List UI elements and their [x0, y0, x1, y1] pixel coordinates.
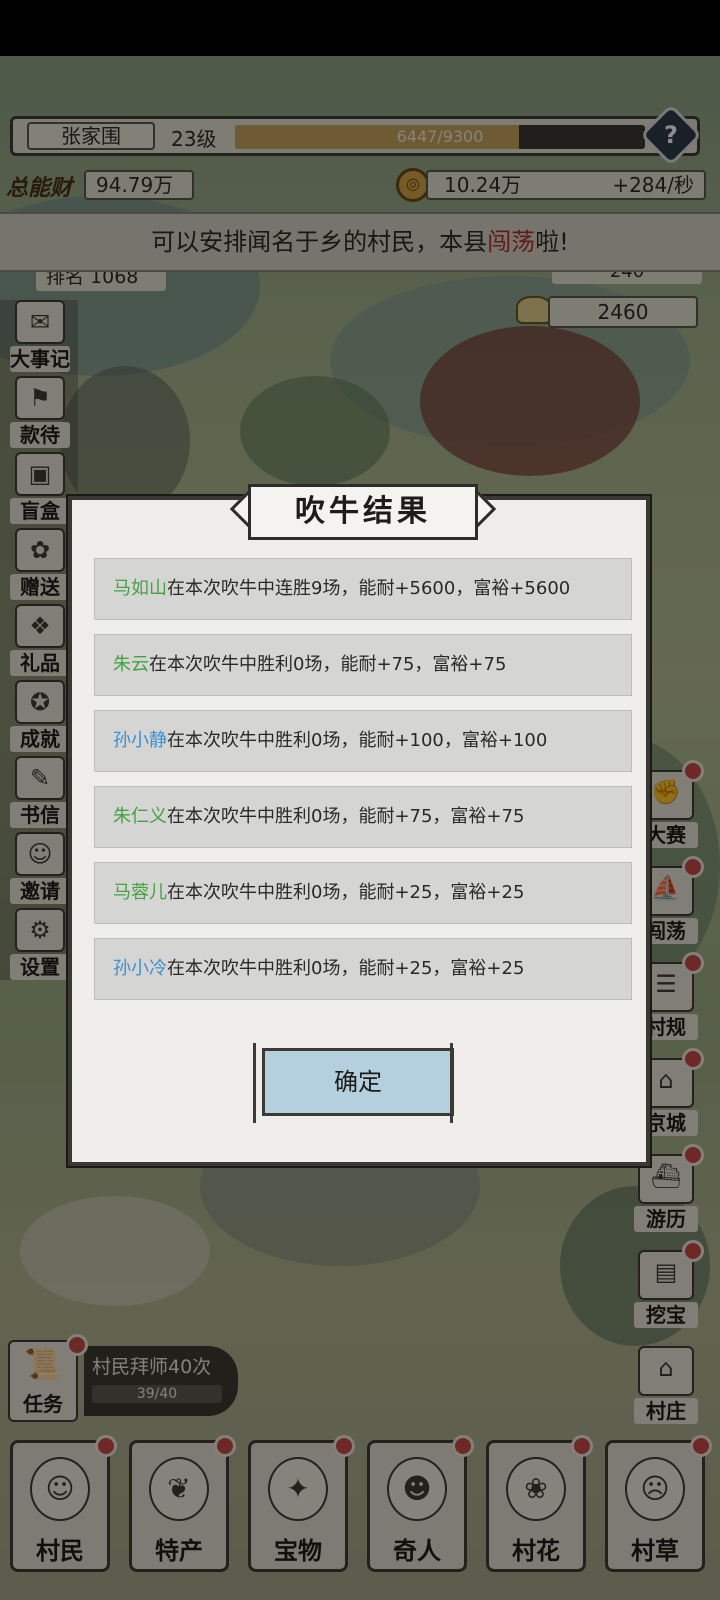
status-bar: [0, 0, 720, 56]
result-row: 马蓉儿在本次吹牛中胜利0场，能耐+25，富裕+25: [94, 862, 632, 924]
result-text: 在本次吹牛中胜利0场，能耐+25，富裕+25: [167, 882, 525, 903]
result-list[interactable]: 马如山在本次吹牛中连胜9场，能耐+5600，富裕+5600 朱云在本次吹牛中胜利0…: [94, 558, 632, 1028]
villager-name[interactable]: 朱仁义: [113, 806, 167, 827]
villager-name[interactable]: 孙小静: [113, 730, 167, 751]
result-text: 在本次吹牛中胜利0场，能耐+75，富裕+75: [167, 806, 525, 827]
result-text: 在本次吹牛中胜利0场，能耐+100，富裕+100: [167, 730, 548, 751]
result-row: 朱仁义在本次吹牛中胜利0场，能耐+75，富裕+75: [94, 786, 632, 848]
result-text: 在本次吹牛中胜利0场，能耐+25，富裕+25: [167, 958, 525, 979]
villager-name[interactable]: 马蓉儿: [113, 882, 167, 903]
result-row: 孙小冷在本次吹牛中胜利0场，能耐+25，富裕+25: [94, 938, 632, 1000]
villager-name[interactable]: 马如山: [113, 578, 167, 599]
result-row: 孙小静在本次吹牛中胜利0场，能耐+100，富裕+100: [94, 710, 632, 772]
dialog-title: 吹牛结果: [248, 484, 478, 540]
villager-name[interactable]: 孙小冷: [113, 958, 167, 979]
result-text: 在本次吹牛中连胜9场，能耐+5600，富裕+5600: [167, 578, 571, 599]
brag-result-dialog: 吹牛结果 马如山在本次吹牛中连胜9场，能耐+5600，富裕+5600 朱云在本次吹…: [68, 484, 650, 1166]
dialog-title-banner: 吹牛结果: [229, 478, 497, 546]
result-row: 马如山在本次吹牛中连胜9场，能耐+5600，富裕+5600: [94, 558, 632, 620]
villager-name[interactable]: 朱云: [113, 654, 149, 675]
result-text: 在本次吹牛中胜利0场，能耐+75，富裕+75: [149, 654, 507, 675]
confirm-button[interactable]: 确定: [253, 1043, 454, 1123]
result-row: 朱云在本次吹牛中胜利0场，能耐+75，富裕+75: [94, 634, 632, 696]
